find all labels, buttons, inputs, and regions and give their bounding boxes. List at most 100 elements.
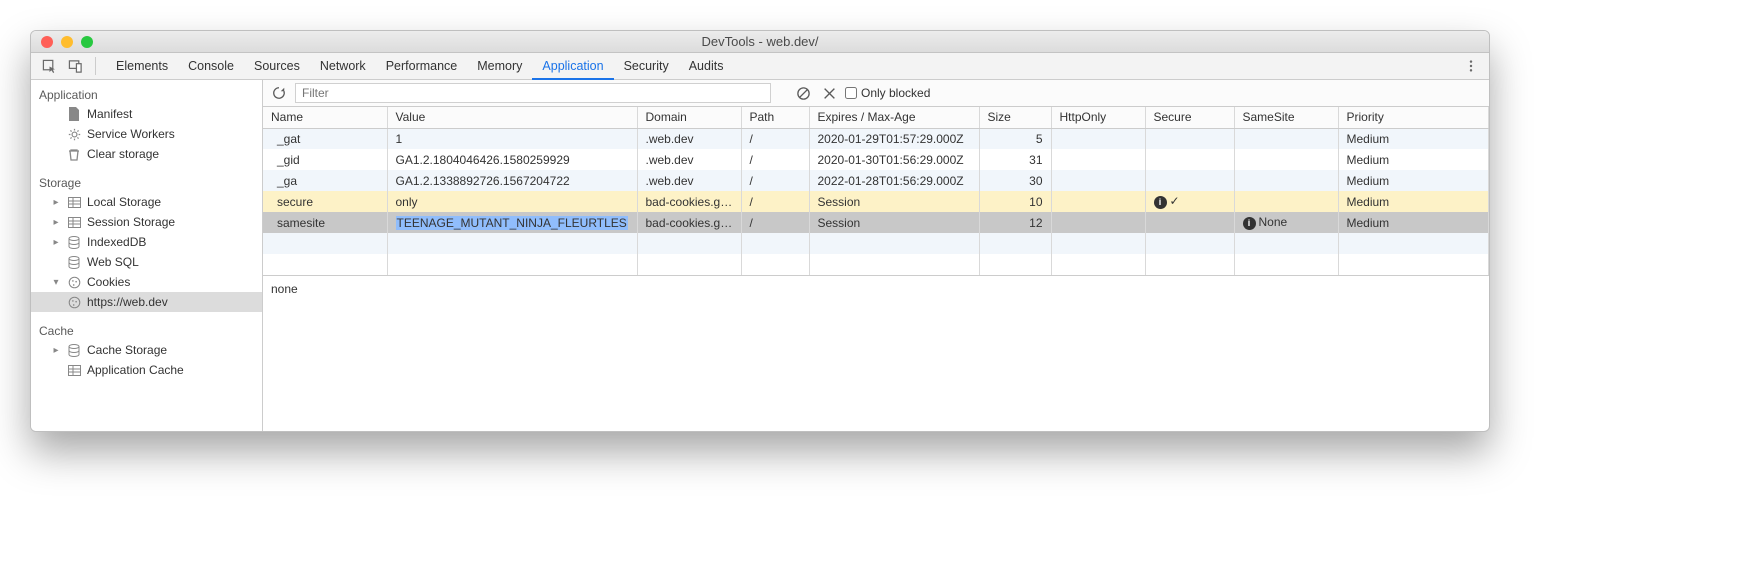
cell-size: 30	[979, 170, 1051, 191]
sidebar-item-label: Local Storage	[87, 195, 161, 209]
cell-priority: Medium	[1338, 149, 1489, 170]
cell-size: 5	[979, 128, 1051, 149]
cookies-toolbar: Only blocked	[263, 80, 1489, 107]
cell-value: 1	[387, 128, 637, 149]
column-header[interactable]: Value	[387, 107, 637, 128]
column-header[interactable]: Path	[741, 107, 809, 128]
cell-httponly	[1051, 149, 1145, 170]
cell-secure	[1145, 212, 1234, 233]
table-icon	[67, 215, 81, 229]
cell-secure	[1145, 128, 1234, 149]
sidebar-item-label: Session Storage	[87, 215, 175, 229]
table-row[interactable]: samesiteTEENAGE_MUTANT_NINJA_FLEURTLESba…	[263, 212, 1489, 233]
column-header[interactable]: SameSite	[1234, 107, 1338, 128]
tab-security[interactable]: Security	[614, 53, 679, 80]
sidebar-item-label: Clear storage	[87, 147, 159, 161]
cell-expires: 2020-01-30T01:56:29.000Z	[809, 149, 979, 170]
table-row[interactable]: _gaGA1.2.1338892726.1567204722.web.dev/2…	[263, 170, 1489, 191]
cell-name: _gat	[263, 128, 387, 149]
sidebar-item-label: Cookies	[87, 275, 130, 289]
column-header[interactable]: Name	[263, 107, 387, 128]
table-row-empty	[263, 233, 1489, 254]
chevron-icon: ▸	[51, 237, 61, 248]
chevron-icon: ▸	[51, 197, 61, 208]
sidebar-item-label: Web SQL	[87, 255, 139, 269]
cell-expires: 2020-01-29T01:57:29.000Z	[809, 128, 979, 149]
window-maximize-button[interactable]	[81, 36, 93, 48]
cell-path: /	[741, 212, 809, 233]
sidebar-item-label: IndexedDB	[87, 235, 146, 249]
sidebar-item-label: Service Workers	[87, 127, 175, 141]
window-close-button[interactable]	[41, 36, 53, 48]
table-row[interactable]: secureonlybad-cookies.g…/Session10i✓Medi…	[263, 191, 1489, 212]
cell-expires: Session	[809, 212, 979, 233]
more-icon[interactable]	[1461, 56, 1481, 76]
only-blocked-checkbox[interactable]: Only blocked	[845, 86, 930, 100]
cell-samesite	[1234, 128, 1338, 149]
cell-samesite	[1234, 191, 1338, 212]
cell-domain: .web.dev	[637, 128, 741, 149]
sidebar-item-web-sql[interactable]: Web SQL	[31, 252, 262, 272]
column-header[interactable]: Priority	[1338, 107, 1489, 128]
sidebar-item-https-web-dev[interactable]: https://web.dev	[31, 292, 262, 312]
table-row[interactable]: _gat1.web.dev/2020-01-29T01:57:29.000Z5 M…	[263, 128, 1489, 149]
tab-memory[interactable]: Memory	[467, 53, 532, 80]
sidebar-item-local-storage[interactable]: ▸ Local Storage	[31, 192, 262, 212]
cell-value: GA1.2.1338892726.1567204722	[387, 170, 637, 191]
table-row[interactable]: _gidGA1.2.1804046426.1580259929.web.dev/…	[263, 149, 1489, 170]
tab-audits[interactable]: Audits	[679, 53, 734, 80]
gear-icon	[67, 127, 81, 141]
chevron-icon: ▾	[51, 277, 61, 288]
sidebar-item-label: Application Cache	[87, 363, 184, 377]
refresh-icon[interactable]	[269, 83, 289, 103]
column-header[interactable]: Secure	[1145, 107, 1234, 128]
device-toolbar-icon[interactable]	[65, 56, 85, 76]
tab-sources[interactable]: Sources	[244, 53, 310, 80]
sidebar-item-service-workers[interactable]: Service Workers	[31, 124, 262, 144]
sidebar-item-application-cache[interactable]: Application Cache	[31, 360, 262, 380]
cookie-icon	[67, 275, 81, 289]
column-header[interactable]: Domain	[637, 107, 741, 128]
sidebar-item-cookies[interactable]: ▾ Cookies	[31, 272, 262, 292]
tab-application[interactable]: Application	[532, 53, 613, 80]
db-icon	[67, 255, 81, 269]
delete-selected-icon[interactable]	[819, 83, 839, 103]
sidebar-item-manifest[interactable]: Manifest	[31, 104, 262, 124]
column-header[interactable]: Expires / Max-Age	[809, 107, 979, 128]
chevron-icon: ▸	[51, 345, 61, 356]
devtools-tabbar: ElementsConsoleSourcesNetworkPerformance…	[31, 53, 1489, 80]
only-blocked-input[interactable]	[845, 87, 857, 99]
cell-priority: Medium	[1338, 191, 1489, 212]
cell-httponly	[1051, 170, 1145, 191]
trash-icon	[67, 147, 81, 161]
tab-console[interactable]: Console	[178, 53, 244, 80]
cell-priority: Medium	[1338, 212, 1489, 233]
clear-all-icon[interactable]	[793, 83, 813, 103]
sidebar-item-clear-storage[interactable]: Clear storage	[31, 144, 262, 164]
cell-samesite	[1234, 149, 1338, 170]
tab-performance[interactable]: Performance	[376, 53, 468, 80]
table-icon	[67, 195, 81, 209]
tab-elements[interactable]: Elements	[106, 53, 178, 80]
sidebar-item-indexeddb[interactable]: ▸ IndexedDB	[31, 232, 262, 252]
cell-size: 10	[979, 191, 1051, 212]
sidebar-item-cache-storage[interactable]: ▸Cache Storage	[31, 340, 262, 360]
column-header[interactable]: Size	[979, 107, 1051, 128]
cell-domain: bad-cookies.g…	[637, 212, 741, 233]
inspect-element-icon[interactable]	[39, 56, 59, 76]
filter-input[interactable]	[295, 83, 771, 103]
cell-value: GA1.2.1804046426.1580259929	[387, 149, 637, 170]
cookie-detail: none	[263, 276, 1489, 431]
column-header[interactable]: HttpOnly	[1051, 107, 1145, 128]
cell-httponly	[1051, 191, 1145, 212]
cookies-table-wrap: NameValueDomainPathExpires / Max-AgeSize…	[263, 107, 1489, 276]
window-minimize-button[interactable]	[61, 36, 73, 48]
cell-path: /	[741, 128, 809, 149]
cell-secure	[1145, 170, 1234, 191]
sidebar-item-session-storage[interactable]: ▸Session Storage	[31, 212, 262, 232]
document-icon	[67, 107, 81, 121]
tab-network[interactable]: Network	[310, 53, 376, 80]
cell-priority: Medium	[1338, 128, 1489, 149]
cell-expires: 2022-01-28T01:56:29.000Z	[809, 170, 979, 191]
sidebar-section-title: Storage	[31, 172, 262, 192]
